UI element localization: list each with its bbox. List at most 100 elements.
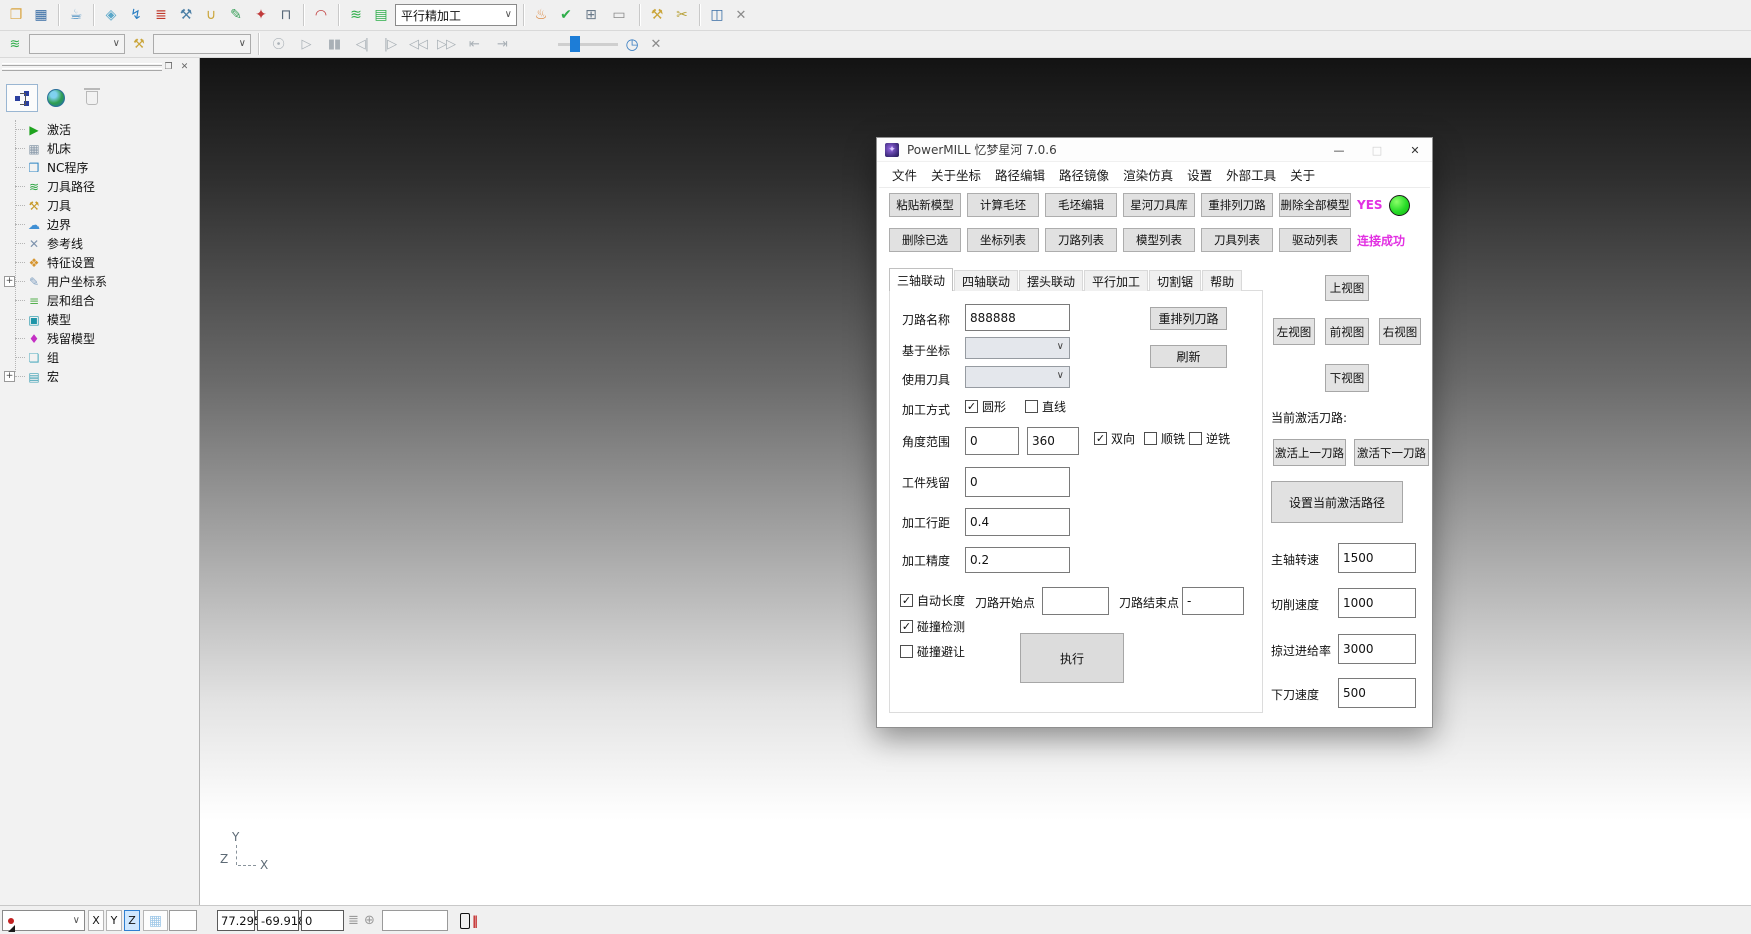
axis-x-button[interactable]: X <box>88 910 104 931</box>
curve-editor-icon[interactable]: ✎ <box>225 4 247 26</box>
play-icon[interactable]: ▷ <box>294 37 318 52</box>
close-button[interactable]: ✕ <box>1396 138 1434 162</box>
trim-arrows-icon[interactable]: ✂ <box>671 4 693 26</box>
explorer-tab-tree[interactable] <box>6 84 38 112</box>
coordinate-y-value[interactable]: -69.918 <box>257 910 299 931</box>
open-project-icon[interactable]: ❐ <box>5 4 27 26</box>
rearrange-button[interactable]: 重排列刀路 <box>1150 307 1227 330</box>
collision-avoid-checkbox[interactable]: 碰撞避让 <box>900 643 965 660</box>
axis-z-button[interactable]: Z <box>124 910 140 931</box>
strategy-dropdown[interactable]: 平行精加工 ∨ <box>395 4 517 26</box>
block-edit-button[interactable]: 毛坯编辑 <box>1045 193 1117 217</box>
cutting-feed-input[interactable] <box>1338 588 1416 618</box>
slider-handle[interactable] <box>570 36 580 52</box>
model-list-button[interactable]: 模型列表 <box>1123 228 1195 252</box>
collision-detect-checkbox[interactable]: ✓碰撞检测 <box>900 618 965 635</box>
climb-mill-checkbox[interactable]: 顺铣 <box>1144 430 1185 447</box>
plunge-feed-input[interactable] <box>1338 678 1416 708</box>
rapid-heights-icon[interactable]: ↯ <box>125 4 147 26</box>
sim-speed-slider[interactable] <box>558 35 618 53</box>
skim-feed-input[interactable] <box>1338 634 1416 664</box>
compare-cylinders-icon[interactable]: ◫ <box>706 4 728 26</box>
execute-button[interactable]: 执行 <box>1020 633 1124 683</box>
save-project-icon[interactable]: ▦ <box>30 4 52 26</box>
stock-remain-input[interactable] <box>965 467 1070 497</box>
close-toolbar-icon[interactable]: ✕ <box>731 5 751 25</box>
expander-icon[interactable] <box>4 162 15 173</box>
set-active-path-button[interactable]: 设置当前激活路径 <box>1271 481 1403 523</box>
block-icon[interactable]: ◈ <box>100 4 122 26</box>
menu-path-edit[interactable]: 路径编辑 <box>988 161 1052 188</box>
tree-item-macros[interactable]: +▤宏 <box>8 367 192 386</box>
float-panel-icon[interactable]: ❐ <box>162 60 175 73</box>
sim-toolpath-icon[interactable]: ≋ <box>5 34 25 54</box>
axis-y-button[interactable]: Y <box>106 910 122 931</box>
rewind-icon[interactable]: ◁◁ <box>406 37 430 52</box>
activate-next-toolpath-button[interactable]: 激活下一刀路 <box>1354 439 1429 466</box>
viewmill-teapot-icon[interactable]: ☕ <box>65 4 87 26</box>
active-toolpath-icon[interactable]: ≋ <box>345 4 367 26</box>
use-tool-dropdown[interactable]: ∨ <box>965 366 1070 388</box>
tab-help[interactable]: 帮助 <box>1202 270 1242 291</box>
auto-length-checkbox[interactable]: ✓自动长度 <box>900 592 965 609</box>
minimize-button[interactable]: — <box>1320 138 1358 162</box>
tool-holder-icon[interactable]: ⊓ <box>275 4 297 26</box>
collision-check-icon[interactable]: ◠ <box>310 4 332 26</box>
delete-selected-button[interactable]: 删除已选 <box>889 228 961 252</box>
menu-file[interactable]: 文件 <box>885 161 924 188</box>
tab-swivel-head[interactable]: 摆头联动 <box>1019 270 1083 291</box>
tree-item-machine-tool[interactable]: ▦机床 <box>8 139 192 158</box>
left-view-button[interactable]: 左视图 <box>1273 318 1315 345</box>
close-panel-icon[interactable]: ✕ <box>178 60 191 73</box>
tree-item-patterns[interactable]: ✕参考线 <box>8 234 192 253</box>
top-view-button[interactable]: 上视图 <box>1325 275 1369 301</box>
tolerance-input[interactable] <box>965 547 1070 573</box>
pause-icon[interactable]: ▮▮ <box>322 37 346 52</box>
explorer-tab-trash[interactable] <box>76 84 108 112</box>
tree-item-tools[interactable]: ⚒刀具 <box>8 196 192 215</box>
menu-path-mirror[interactable]: 路径镜像 <box>1052 161 1116 188</box>
expander-icon[interactable] <box>4 200 15 211</box>
expander-icon[interactable] <box>4 143 15 154</box>
expander-icon[interactable] <box>4 295 15 306</box>
refresh-button[interactable]: 刷新 <box>1150 345 1227 368</box>
expander-icon[interactable] <box>4 181 15 192</box>
mode-circle-checkbox[interactable]: ✓圆形 <box>965 398 1006 415</box>
tree-item-boundaries[interactable]: ☁边界 <box>8 215 192 234</box>
close-sim-toolbar-icon[interactable]: ✕ <box>646 34 666 54</box>
tab-4axis[interactable]: 四轴联动 <box>954 270 1018 291</box>
angle-to-input[interactable] <box>1027 427 1079 455</box>
step-back-icon[interactable]: ◁| <box>350 37 374 52</box>
explorer-tab-globe[interactable] <box>40 84 72 112</box>
right-view-button[interactable]: 右视图 <box>1379 318 1421 345</box>
drive-list-button[interactable]: 驱动列表 <box>1279 228 1351 252</box>
based-coord-dropdown[interactable]: ∨ <box>965 337 1070 359</box>
delete-all-models-button[interactable]: 删除全部模型 <box>1279 193 1351 217</box>
sim-tool-icon[interactable]: ⚒ <box>129 34 149 54</box>
tool-library-button[interactable]: 星河刀具库 <box>1123 193 1195 217</box>
conventional-mill-checkbox[interactable]: 逆铣 <box>1189 430 1230 447</box>
end-point-input[interactable] <box>1182 587 1244 615</box>
menu-external-tools[interactable]: 外部工具 <box>1219 161 1283 188</box>
ruler-icon[interactable]: ▭ <box>605 4 633 26</box>
expander-icon[interactable] <box>4 314 15 325</box>
tab-3axis[interactable]: 三轴联动 <box>889 268 953 291</box>
toolpath-list-button[interactable]: 刀路列表 <box>1045 228 1117 252</box>
mode-line-checkbox[interactable]: 直线 <box>1025 398 1066 415</box>
bidirectional-checkbox[interactable]: ✓双向 <box>1094 430 1135 447</box>
sim-tool-dropdown[interactable]: ∨ <box>153 34 251 54</box>
tool-verify-icon[interactable]: ✔ <box>555 4 577 26</box>
expander-icon[interactable] <box>4 352 15 363</box>
activate-prev-toolpath-button[interactable]: 激活上一刀路 <box>1273 439 1346 466</box>
angle-from-input[interactable] <box>965 427 1019 455</box>
grid-snap-button[interactable]: ▦ <box>143 910 168 931</box>
points-icon[interactable]: ✦ <box>250 4 272 26</box>
expander-icon[interactable]: + <box>4 371 15 382</box>
tree-item-feature-sets[interactable]: ❖特征设置 <box>8 253 192 272</box>
fast-forward-icon[interactable]: ▷▷ <box>434 37 458 52</box>
expander-icon[interactable] <box>4 238 15 249</box>
calculator-icon[interactable]: ⊞ <box>580 4 602 26</box>
tree-item-levels-sets[interactable]: ≡层和组合 <box>8 291 192 310</box>
menu-settings[interactable]: 设置 <box>1180 161 1219 188</box>
tab-parallel[interactable]: 平行加工 <box>1084 270 1148 291</box>
